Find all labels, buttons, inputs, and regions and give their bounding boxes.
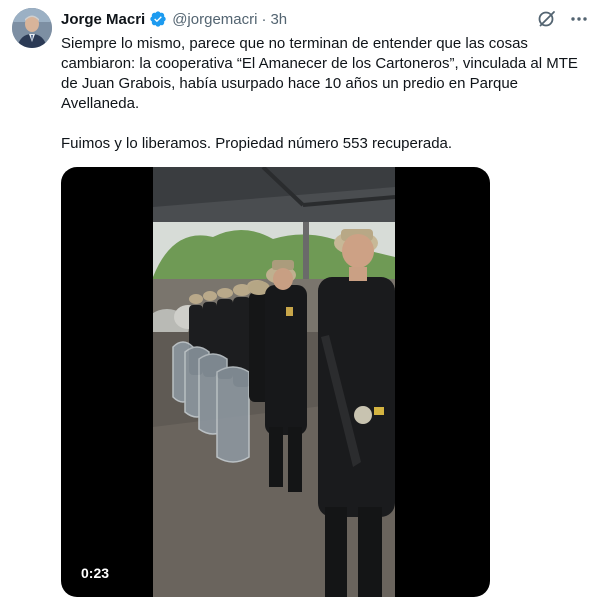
tweet-text-paragraph-2: Fuimos y lo liberamos. Propiedad número … <box>61 135 453 152</box>
author-avatar[interactable] <box>12 8 52 48</box>
video-frame <box>153 167 395 597</box>
author-handle[interactable]: @jorgemacri <box>172 11 257 28</box>
tweet-header: Jorge Macri @jorgemacri · 3h <box>61 9 287 29</box>
grok-icon[interactable] <box>537 9 557 29</box>
tweet-text-paragraph-1: Siempre lo mismo, parece que no terminan… <box>61 35 578 112</box>
more-icon[interactable] <box>569 9 589 29</box>
video-duration: 0:23 <box>75 563 116 583</box>
tweet-text: Siempre lo mismo, parece que no terminan… <box>61 34 581 154</box>
tweet-timestamp[interactable]: 3h <box>270 11 287 28</box>
verified-badge-icon[interactable] <box>149 10 167 28</box>
author-name[interactable]: Jorge Macri <box>61 11 145 28</box>
video-player[interactable]: 0:23 <box>61 167 490 597</box>
separator-dot: · <box>261 10 267 28</box>
tweet-actions-top <box>537 9 589 29</box>
